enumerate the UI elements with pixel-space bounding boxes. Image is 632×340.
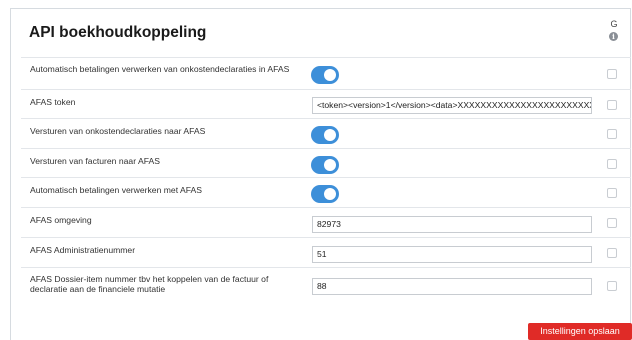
text-field[interactable]: 88 <box>312 278 592 295</box>
toggle-knob <box>324 188 336 200</box>
setting-row-send-invoices: Versturen van facturen naar AFAS <box>21 148 631 177</box>
setting-row-afas-admin-number: AFAS Administratienummer 51 <box>21 237 631 267</box>
setting-row-afas-token: AFAS token <token><version>1</version><da… <box>21 89 631 118</box>
setting-checkbox[interactable] <box>607 218 617 228</box>
settings-panel: API boekhoudkoppeling G i Automatisch be… <box>10 8 632 340</box>
setting-row-afas-environment: AFAS omgeving 82973 <box>21 207 631 237</box>
setting-label: Automatisch betalingen verwerken van onk… <box>30 64 290 74</box>
toggle-knob <box>324 159 336 171</box>
setting-row-send-declarations: Versturen van onkostendeclaraties naar A… <box>21 118 631 148</box>
setting-label: Versturen van onkostendeclaraties naar A… <box>30 126 206 136</box>
toggle-switch[interactable] <box>311 185 339 203</box>
toggle-switch[interactable] <box>311 66 339 84</box>
setting-checkbox[interactable] <box>607 281 617 291</box>
toggle-knob <box>324 69 336 81</box>
info-icon[interactable]: i <box>609 32 618 41</box>
text-field[interactable]: 51 <box>312 246 592 263</box>
save-settings-button[interactable]: Instellingen opslaan <box>528 323 632 340</box>
text-field[interactable]: <token><version>1</version><data>XXXXXXX… <box>312 97 592 114</box>
toggle-switch[interactable] <box>311 156 339 174</box>
setting-row-afas-dossier-item-number: AFAS Dossier-item nummer tbv het koppele… <box>21 267 631 302</box>
setting-label: Automatisch betalingen verwerken met AFA… <box>30 185 202 195</box>
setting-label: AFAS token <box>30 97 76 107</box>
setting-label: Versturen van facturen naar AFAS <box>30 156 160 166</box>
setting-checkbox[interactable] <box>607 129 617 139</box>
setting-label: AFAS Dossier-item nummer tbv het koppele… <box>30 274 269 294</box>
setting-checkbox[interactable] <box>607 69 617 79</box>
setting-row-auto-payments-afas: Automatisch betalingen verwerken met AFA… <box>21 177 631 207</box>
setting-row-auto-payments-declarations: Automatisch betalingen verwerken van onk… <box>21 57 631 89</box>
setting-checkbox[interactable] <box>607 188 617 198</box>
setting-checkbox[interactable] <box>607 100 617 110</box>
toggle-switch[interactable] <box>311 126 339 144</box>
column-header-g: G <box>610 19 618 29</box>
setting-checkbox[interactable] <box>607 248 617 258</box>
setting-label: AFAS omgeving <box>30 215 92 225</box>
toggle-knob <box>324 129 336 141</box>
setting-checkbox[interactable] <box>607 159 617 169</box>
panel-title: API boekhoudkoppeling <box>29 24 207 41</box>
setting-label: AFAS Administratienummer <box>30 245 136 255</box>
text-field[interactable]: 82973 <box>312 216 592 233</box>
